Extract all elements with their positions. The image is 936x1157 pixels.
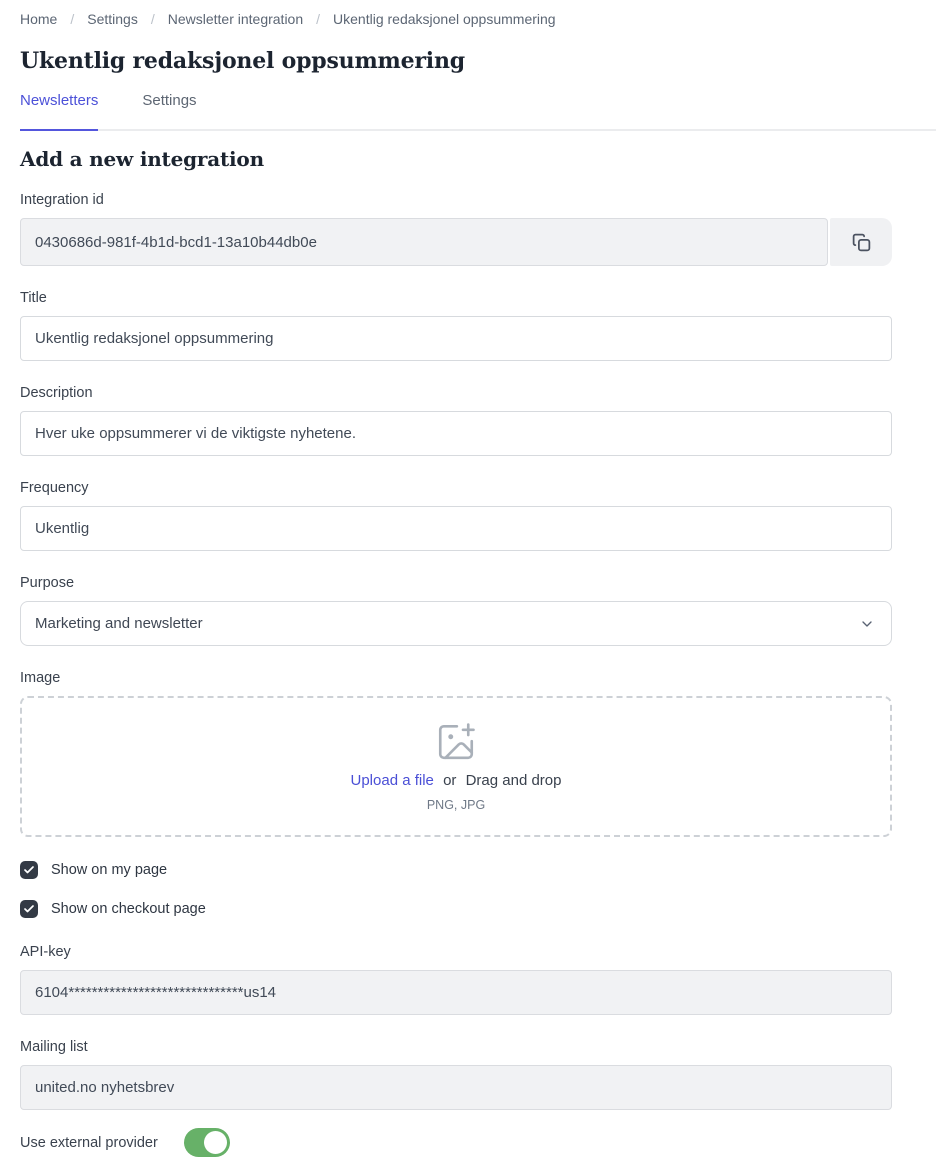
show-on-checkout-page-checkbox[interactable] — [20, 900, 38, 918]
form-panel: Add a new integration Integration id Tit… — [0, 131, 936, 1157]
breadcrumb: Home / Settings / Newsletter integration… — [0, 0, 936, 28]
show-on-my-page-checkbox[interactable] — [20, 861, 38, 879]
breadcrumb-current-page[interactable]: Ukentlig redaksjonel oppsummering — [333, 11, 556, 28]
frequency-input[interactable] — [20, 506, 892, 551]
tab-newsletters[interactable]: Newsletters — [20, 92, 98, 131]
purpose-select[interactable]: Marketing and newsletter — [20, 601, 892, 646]
title-label: Title — [20, 290, 892, 307]
description-label: Description — [20, 385, 892, 402]
image-field: Image Upload a file or Drag and drop PNG… — [20, 670, 892, 837]
copy-icon — [851, 232, 872, 253]
api-key-field: API-key — [20, 944, 892, 1015]
image-dropzone[interactable]: Upload a file or Drag and drop PNG, JPG — [20, 696, 892, 837]
frequency-field: Frequency — [20, 480, 892, 551]
tab-bar: Newsletters Settings — [20, 92, 936, 131]
image-plus-icon — [435, 721, 477, 763]
show-on-checkout-page-label: Show on checkout page — [51, 901, 206, 917]
upload-file-link[interactable]: Upload a file — [351, 772, 434, 789]
use-external-provider-toggle[interactable] — [184, 1128, 230, 1157]
purpose-field: Purpose Marketing and newsletter — [20, 575, 892, 646]
purpose-selected-value: Marketing and newsletter — [35, 615, 859, 632]
breadcrumb-separator: / — [316, 11, 320, 28]
breadcrumb-separator: / — [151, 11, 155, 28]
breadcrumb-settings[interactable]: Settings — [87, 11, 138, 28]
mailing-list-field: Mailing list — [20, 1039, 892, 1110]
mailing-list-input[interactable] — [20, 1065, 892, 1110]
drag-drop-text: Drag and drop — [466, 772, 562, 789]
upload-or-text: or — [443, 772, 456, 789]
chevron-down-icon — [859, 616, 875, 632]
description-input[interactable] — [20, 411, 892, 456]
breadcrumb-home[interactable]: Home — [20, 11, 57, 28]
copy-button[interactable] — [830, 218, 892, 266]
show-on-checkout-page-row[interactable]: Show on checkout page — [20, 900, 892, 918]
title-field: Title — [20, 290, 892, 361]
frequency-label: Frequency — [20, 480, 892, 497]
page-title: Ukentlig redaksjonel oppsummering — [20, 48, 916, 75]
integration-id-field: Integration id — [20, 192, 892, 266]
api-key-input[interactable] — [20, 970, 892, 1015]
use-external-provider-label: Use external provider — [20, 1135, 158, 1151]
api-key-label: API-key — [20, 944, 892, 961]
check-icon — [23, 864, 35, 876]
image-label: Image — [20, 670, 892, 687]
toggle-knob — [204, 1131, 227, 1154]
check-icon — [23, 903, 35, 915]
accepted-formats-text: PNG, JPG — [427, 798, 485, 812]
breadcrumb-separator: / — [70, 11, 74, 28]
breadcrumb-newsletter-integration[interactable]: Newsletter integration — [168, 11, 303, 28]
show-on-my-page-label: Show on my page — [51, 862, 167, 878]
description-field: Description — [20, 385, 892, 456]
integration-id-label: Integration id — [20, 192, 892, 209]
upload-instructions: Upload a file or Drag and drop — [351, 772, 562, 789]
section-heading: Add a new integration — [20, 147, 892, 171]
purpose-label: Purpose — [20, 575, 892, 592]
title-input[interactable] — [20, 316, 892, 361]
mailing-list-label: Mailing list — [20, 1039, 892, 1056]
tab-settings[interactable]: Settings — [142, 92, 196, 131]
show-on-my-page-row[interactable]: Show on my page — [20, 861, 892, 879]
use-external-provider-row: Use external provider — [20, 1128, 892, 1157]
integration-id-input[interactable] — [20, 218, 828, 266]
